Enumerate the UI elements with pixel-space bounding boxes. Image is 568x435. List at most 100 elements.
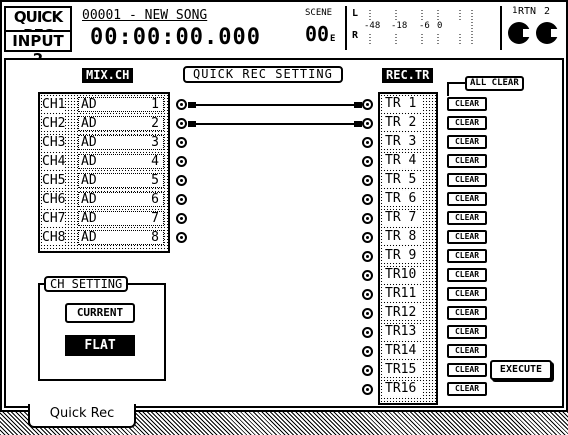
plug-icon [354, 102, 362, 108]
clear-button[interactable]: CLEAR [447, 249, 487, 263]
ch-source-field[interactable]: AD 6 [78, 192, 164, 207]
rec-tr-jack-icon[interactable] [362, 346, 373, 357]
current-button[interactable]: CURRENT [65, 303, 135, 323]
rec-tr-label: TR 3 [383, 134, 423, 149]
rec-tr-jack-icon[interactable] [362, 270, 373, 281]
ch-name: CH2 [42, 116, 66, 131]
rec-tr-jack-icon[interactable] [362, 175, 373, 186]
ch-source: AD [81, 116, 97, 131]
rec-tr-label: TR15 [383, 362, 423, 377]
rtn1-knob-icon[interactable] [508, 22, 531, 44]
rec-tr-jack-icon[interactable] [362, 213, 373, 224]
clear-button[interactable]: CLEAR [447, 230, 487, 244]
mix-ch-jack-icon[interactable] [176, 137, 187, 148]
patch-cable [188, 123, 362, 125]
rtn-channel-1: 1 [512, 6, 518, 16]
ch-source-field[interactable]: AD 5 [78, 173, 164, 188]
rtn-channel-2: 2 [544, 6, 551, 17]
ch-source-field[interactable]: AD 2 [78, 116, 164, 131]
rec-tr-label: TR12 [383, 305, 423, 320]
rec-tr-jack-icon[interactable] [362, 99, 373, 110]
clear-button[interactable]: CLEAR [447, 173, 487, 187]
mix-ch-jack-icon[interactable] [176, 156, 187, 167]
rec-tr-jack-icon[interactable] [362, 118, 373, 129]
tab-quick-rec[interactable]: Quick Rec [28, 404, 136, 428]
ch-source: AD [81, 211, 97, 226]
ch-name: CH6 [42, 192, 66, 207]
rec-tr-label: TR 4 [383, 153, 423, 168]
meter-tick-0: 0 [437, 21, 443, 31]
ch-source: AD [81, 135, 97, 150]
mix-ch-jack-icon[interactable] [176, 213, 187, 224]
mix-ch-row: CH3 AD 3 [40, 134, 168, 151]
mix-ch-jack-icon[interactable] [176, 232, 187, 243]
clear-button[interactable]: CLEAR [447, 116, 487, 130]
ch-name: CH4 [42, 154, 66, 169]
mix-ch-jack-icon[interactable] [176, 175, 187, 186]
rec-tr-jack-icon[interactable] [362, 327, 373, 338]
clear-button[interactable]: CLEAR [447, 268, 487, 282]
ch-setting-box [38, 283, 166, 381]
clear-button[interactable]: CLEAR [447, 192, 487, 206]
clear-button[interactable]: CLEAR [447, 287, 487, 301]
rec-tr-label: TR 8 [383, 229, 423, 244]
rtn2-knob-icon[interactable] [536, 22, 559, 44]
meter-tick-18: -18 [391, 21, 408, 31]
clear-button[interactable]: CLEAR [447, 382, 487, 396]
mix-ch-row: CH7 AD 7 [40, 210, 168, 227]
clear-button[interactable]: CLEAR [447, 363, 487, 377]
mix-ch-jack-icon[interactable] [176, 99, 187, 110]
ch-name: CH3 [42, 135, 66, 150]
flat-button[interactable]: FLAT [65, 335, 135, 356]
ch-source-num: 1 [151, 97, 159, 112]
meter-r-label: R [352, 30, 359, 41]
clear-button[interactable]: CLEAR [447, 211, 487, 225]
rec-tr-jack-icon[interactable] [362, 308, 373, 319]
meter-l-label: L [352, 8, 359, 19]
rec-tr-jack-icon[interactable] [362, 232, 373, 243]
clear-button[interactable]: CLEAR [447, 135, 487, 149]
mix-ch-jack-icon[interactable] [176, 194, 187, 205]
mix-ch-row: CH6 AD 6 [40, 191, 168, 208]
timecode-display: 00:00:00.000 [90, 25, 261, 50]
clear-button[interactable]: CLEAR [447, 325, 487, 339]
rtn-label: RTN [518, 6, 537, 17]
ch-setting-title: CH SETTING [44, 276, 129, 292]
rec-tr-jack-icon[interactable] [362, 384, 373, 395]
clear-button[interactable]: CLEAR [447, 344, 487, 358]
ch-source: AD [81, 97, 97, 112]
clear-button[interactable]: CLEAR [447, 97, 487, 111]
rec-tr-jack-icon[interactable] [362, 156, 373, 167]
header-divider [500, 6, 502, 50]
rec-tr-label: TR 6 [383, 191, 423, 206]
clear-button[interactable]: CLEAR [447, 154, 487, 168]
ch-source-field[interactable]: AD 1 [78, 97, 164, 112]
plug-icon [354, 121, 362, 127]
execute-button[interactable]: EXECUTE [490, 360, 552, 380]
mix-ch-row: CH2 AD 2 [40, 115, 168, 132]
ch-source-field[interactable]: AD 7 [78, 211, 164, 226]
rec-tr-jack-icon[interactable] [362, 194, 373, 205]
ch-source: AD [81, 192, 97, 207]
all-clear-button[interactable]: ALL CLEAR [465, 76, 524, 91]
ch-source: AD [81, 154, 97, 169]
ch-name: CH1 [42, 97, 66, 112]
ch-source-num: 4 [151, 154, 159, 169]
rec-tr-jack-icon[interactable] [362, 365, 373, 376]
ch-source-field[interactable]: AD 3 [78, 135, 164, 150]
rec-tr-label: TR13 [383, 324, 423, 339]
rec-tr-label: TR16 [383, 381, 423, 396]
all-clear-bracket-v [447, 82, 449, 96]
clear-button[interactable]: CLEAR [447, 306, 487, 320]
mix-ch-jack-icon[interactable] [176, 118, 187, 129]
rec-tr-jack-icon[interactable] [362, 251, 373, 262]
mix-ch-row: CH1 AD 1 [40, 96, 168, 113]
mix-ch-row: CH4 AD 4 [40, 153, 168, 170]
all-clear-bracket [447, 82, 465, 84]
rec-tr-jack-icon[interactable] [362, 137, 373, 148]
scene-number: 00 [305, 22, 330, 46]
ch-source-field[interactable]: AD 8 [78, 230, 164, 245]
rec-tr-jack-icon[interactable] [362, 289, 373, 300]
ch-source-field[interactable]: AD 4 [78, 154, 164, 169]
rec-tr-label: TR 7 [383, 210, 423, 225]
